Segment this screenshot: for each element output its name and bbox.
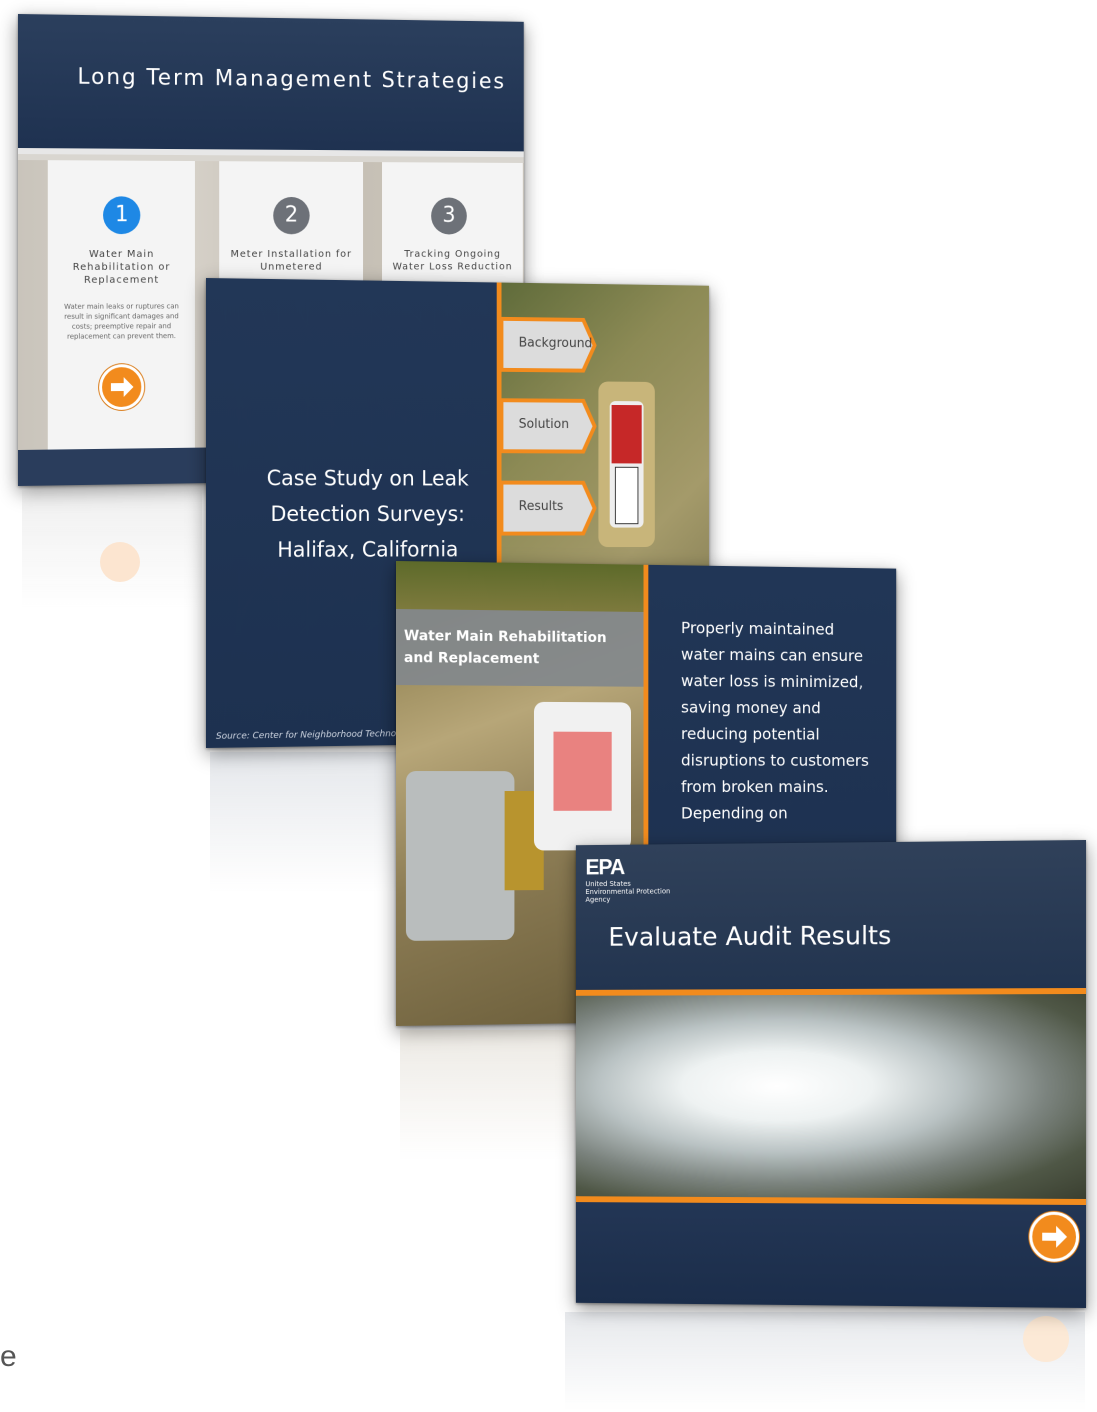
right-arrow-icon <box>110 377 134 398</box>
title-line-1: Case Study on Leak <box>266 466 469 491</box>
slide-evaluate-audit-results[interactable]: EPA United States Environmental Protecti… <box>575 840 1086 1308</box>
column-title-2: Meter Installation for Unmetered <box>230 249 352 273</box>
agency-name: United States Environmental Protection A… <box>585 880 670 904</box>
step-number-3: 3 <box>431 197 467 235</box>
column-title-3: Tracking Ongoing Water Loss Reduction <box>392 249 513 273</box>
cropped-text: e <box>0 1340 17 1373</box>
tab-label-background: Background <box>518 335 593 352</box>
heading-bar: Water Main Rehabilitation and Replacemen… <box>396 609 646 687</box>
agency-line-2: Environmental Protection <box>585 887 671 896</box>
step-number-2: 2 <box>273 196 310 235</box>
reflected-arrow-icon <box>100 542 140 582</box>
title-line-2: Detection Surveys: <box>270 502 465 526</box>
epa-logo-text: EPA <box>585 854 625 880</box>
body-text: Properly maintained water mains can ensu… <box>680 618 869 823</box>
section-heading: Water Main Rehabilitation and Replacemen… <box>403 628 607 668</box>
reflected-arrow-icon <box>1023 1316 1069 1362</box>
tab-background[interactable]: Background <box>501 316 596 374</box>
agency-line-3: Agency <box>585 895 611 904</box>
tab-solution[interactable]: Solution <box>501 397 596 454</box>
slide-reflection <box>22 490 202 610</box>
column-title-1: Water Main Rehabilitation or Replacement <box>72 249 171 286</box>
epa-logo: EPA United States Environmental Protecti… <box>585 854 670 904</box>
step-number-1: 1 <box>103 196 141 235</box>
slide-title: Evaluate Audit Results <box>608 921 892 953</box>
tab-label-solution: Solution <box>518 417 570 432</box>
slide-reflection <box>210 752 400 892</box>
footer-band <box>575 1202 1086 1308</box>
next-arrow-button[interactable] <box>99 364 145 411</box>
column-text-1: Water main leaks or ruptures can result … <box>64 302 179 341</box>
tab-label-results: Results <box>518 499 564 514</box>
tab-results[interactable]: Results <box>501 480 596 537</box>
slide-title: Long Term Management Strategies <box>77 64 506 95</box>
right-arrow-icon <box>1042 1225 1068 1248</box>
strategy-column-1[interactable]: 1 Water Main Rehabilitation or Replaceme… <box>47 160 195 450</box>
grass-strip <box>396 561 646 613</box>
next-arrow-button[interactable] <box>1029 1211 1080 1262</box>
water-meter-image <box>598 381 655 548</box>
case-study-title: Case Study on Leak Detection Surveys: Ha… <box>246 460 489 568</box>
water-burst-photo <box>575 994 1086 1199</box>
slide-reflection <box>565 1312 1085 1410</box>
